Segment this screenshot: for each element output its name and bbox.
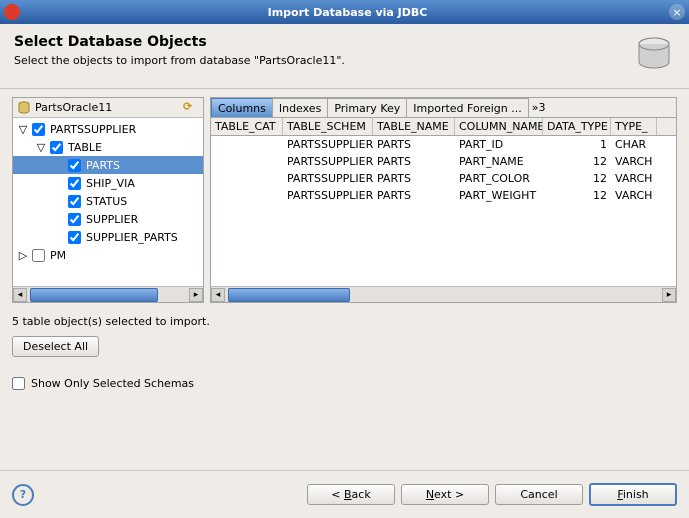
scroll-left-icon[interactable]: ◂ bbox=[13, 288, 27, 302]
tree-node-parts[interactable]: PARTS bbox=[13, 156, 203, 174]
checkbox[interactable] bbox=[68, 159, 81, 172]
scroll-right-icon[interactable]: ▸ bbox=[662, 288, 676, 302]
tree-header: PartsOracle11 ⟳ bbox=[13, 98, 203, 118]
checkbox[interactable] bbox=[68, 231, 81, 244]
twisty-icon[interactable]: ▽ bbox=[35, 141, 47, 154]
show-only-row: Show Only Selected Schemas bbox=[12, 377, 677, 390]
col-header[interactable]: TABLE_CAT bbox=[211, 118, 283, 135]
checkbox[interactable] bbox=[68, 177, 81, 190]
tree-node-status[interactable]: STATUS bbox=[13, 192, 203, 210]
show-only-label: Show Only Selected Schemas bbox=[31, 377, 194, 390]
col-header[interactable]: TABLE_SCHEM bbox=[283, 118, 373, 135]
tree-node-table[interactable]: ▽ TABLE bbox=[13, 138, 203, 156]
back-button[interactable]: < Back bbox=[307, 484, 395, 505]
tree-hscroll[interactable]: ◂ ▸ bbox=[13, 286, 203, 302]
window-title: Import Database via JDBC bbox=[26, 6, 669, 19]
twisty-icon[interactable]: ▷ bbox=[17, 249, 29, 262]
col-header[interactable]: TABLE_NAME bbox=[373, 118, 455, 135]
status-text: 5 table object(s) selected to import. bbox=[12, 315, 677, 328]
show-only-checkbox[interactable] bbox=[12, 377, 25, 390]
tab-columns[interactable]: Columns bbox=[211, 98, 273, 117]
checkbox[interactable] bbox=[68, 213, 81, 226]
table-row[interactable]: PARTSSUPPLIER PARTS PART_ID 1 CHAR bbox=[211, 136, 676, 153]
close-icon[interactable]: × bbox=[669, 4, 685, 20]
tree-node-pm[interactable]: ▷ PM bbox=[13, 246, 203, 264]
checkbox[interactable] bbox=[50, 141, 63, 154]
checkbox[interactable] bbox=[32, 123, 45, 136]
tab-bar: Columns Indexes Primary Key Imported For… bbox=[211, 98, 676, 118]
tab-primary-key[interactable]: Primary Key bbox=[327, 98, 407, 117]
table-row[interactable]: PARTSSUPPLIER PARTS PART_COLOR 12 VARCH bbox=[211, 170, 676, 187]
scroll-right-icon[interactable]: ▸ bbox=[189, 288, 203, 302]
twisty-icon[interactable]: ▽ bbox=[17, 123, 29, 136]
col-header[interactable]: COLUMN_NAME bbox=[455, 118, 543, 135]
wizard-header: Select Database Objects Select the objec… bbox=[0, 24, 689, 82]
header-divider bbox=[0, 88, 689, 89]
cancel-button[interactable]: Cancel bbox=[495, 484, 583, 505]
table-row[interactable]: PARTSSUPPLIER PARTS PART_NAME 12 VARCH bbox=[211, 153, 676, 170]
finish-button[interactable]: Finish bbox=[589, 483, 677, 506]
tree-node-shipvia[interactable]: SHIP_VIA bbox=[13, 174, 203, 192]
tree-db-name: PartsOracle11 bbox=[35, 101, 183, 114]
tree-node-partssupplier[interactable]: ▽ PARTSSUPPLIER bbox=[13, 120, 203, 138]
tree-panel: PartsOracle11 ⟳ ▽ PARTSSUPPLIER ▽ TABLE bbox=[12, 97, 204, 303]
help-icon[interactable]: ? bbox=[12, 484, 34, 506]
deselect-all-button[interactable]: Deselect All bbox=[12, 336, 99, 357]
page-title: Select Database Objects bbox=[14, 34, 633, 50]
db-small-icon bbox=[17, 101, 31, 115]
col-header[interactable]: DATA_TYPE bbox=[543, 118, 611, 135]
tree-body: ▽ PARTSSUPPLIER ▽ TABLE PARTS bbox=[13, 118, 203, 286]
page-subtitle: Select the objects to import from databa… bbox=[14, 54, 633, 67]
tab-overflow[interactable]: »3 bbox=[528, 101, 550, 114]
tree-node-supplier[interactable]: SUPPLIER bbox=[13, 210, 203, 228]
app-icon bbox=[4, 4, 20, 20]
refresh-icon[interactable]: ⟳ bbox=[183, 100, 199, 116]
checkbox[interactable] bbox=[32, 249, 45, 262]
grid-header: TABLE_CAT TABLE_SCHEM TABLE_NAME COLUMN_… bbox=[211, 118, 676, 136]
grid-panel: Columns Indexes Primary Key Imported For… bbox=[210, 97, 677, 303]
titlebar: Import Database via JDBC × bbox=[0, 0, 689, 24]
grid-hscroll[interactable]: ◂ ▸ bbox=[211, 286, 676, 302]
grid-body: PARTSSUPPLIER PARTS PART_ID 1 CHAR PARTS… bbox=[211, 136, 676, 286]
wizard-buttons: ? < Back Next > Cancel Finish bbox=[0, 470, 689, 518]
table-row[interactable]: PARTSSUPPLIER PARTS PART_WEIGHT 12 VARCH bbox=[211, 187, 676, 204]
next-button[interactable]: Next > bbox=[401, 484, 489, 505]
col-header[interactable]: TYPE_ bbox=[611, 118, 657, 135]
tab-indexes[interactable]: Indexes bbox=[272, 98, 328, 117]
database-icon bbox=[633, 34, 675, 76]
scroll-left-icon[interactable]: ◂ bbox=[211, 288, 225, 302]
tree-node-supplierparts[interactable]: SUPPLIER_PARTS bbox=[13, 228, 203, 246]
tab-imported-foreign[interactable]: Imported Foreign ... bbox=[406, 98, 528, 117]
checkbox[interactable] bbox=[68, 195, 81, 208]
